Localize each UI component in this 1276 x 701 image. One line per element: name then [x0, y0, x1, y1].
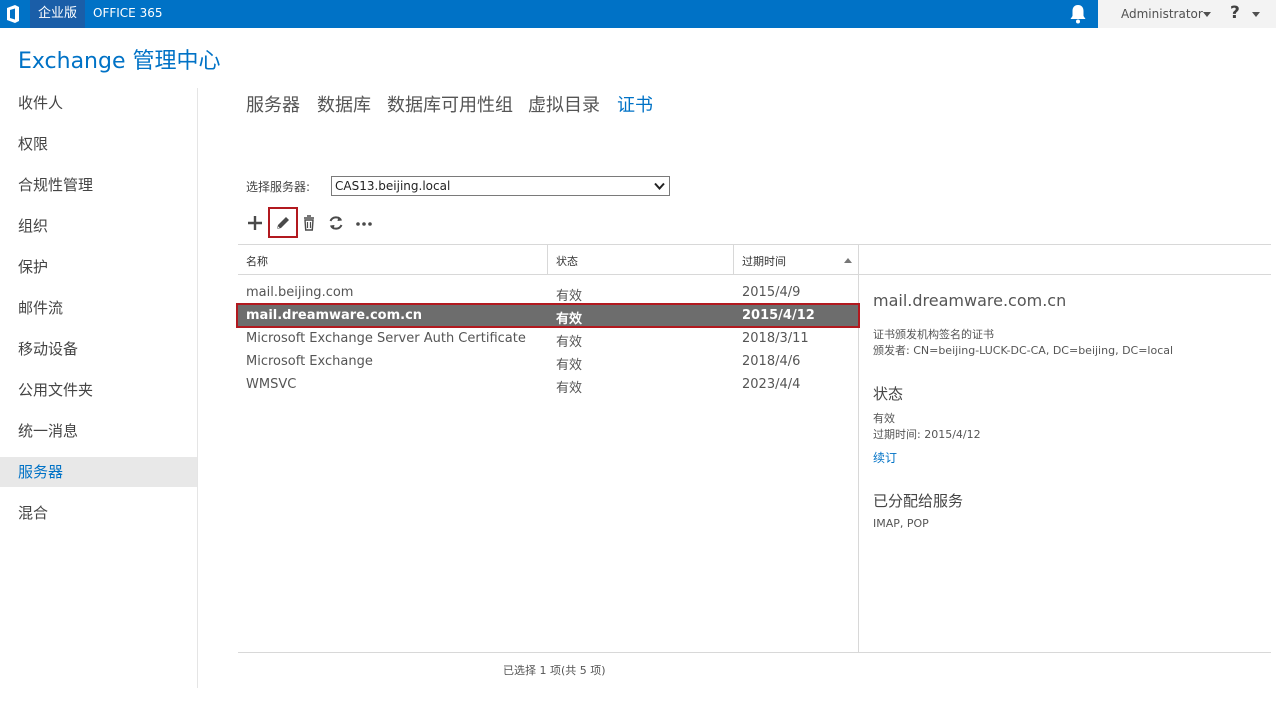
- table-row[interactable]: Microsoft Exchange 有效 2018/4/6: [238, 350, 859, 373]
- row-status: 有效: [556, 289, 583, 304]
- detail-cert-type: 证书颁发机构签名的证书: [873, 328, 994, 341]
- help-menu-chevron-icon[interactable]: [1252, 12, 1260, 17]
- tab-dag[interactable]: 数据库可用性组: [387, 91, 513, 117]
- row-name: Microsoft Exchange: [246, 354, 373, 369]
- detail-services-heading: 已分配给服务: [873, 492, 964, 510]
- nav-item-mobile[interactable]: 移动设备: [0, 334, 197, 364]
- row-name: WMSVC: [246, 377, 297, 392]
- table-row[interactable]: mail.beijing.com 有效 2015/4/9: [238, 281, 859, 304]
- column-divider: [733, 245, 734, 275]
- nav-item-organization[interactable]: 组织: [0, 211, 197, 241]
- row-status: 有效: [556, 381, 583, 396]
- left-nav: 收件人 权限 合规性管理 组织 保护 邮件流 移动设备 公用文件夹 统一消息 服…: [0, 88, 198, 688]
- delete-icon[interactable]: [298, 212, 320, 234]
- row-expires: 2015/4/12: [742, 308, 815, 323]
- user-menu[interactable]: Administrator: [1121, 7, 1203, 21]
- nav-item-public-folders[interactable]: 公用文件夹: [0, 375, 197, 405]
- nav-item-compliance[interactable]: 合规性管理: [0, 170, 197, 200]
- column-header-name[interactable]: 名称: [246, 253, 268, 269]
- renew-link[interactable]: 续订: [873, 449, 897, 466]
- tab-virtual-directories[interactable]: 虚拟目录: [528, 91, 600, 117]
- edit-button[interactable]: [268, 207, 298, 238]
- row-name: mail.dreamware.com.cn: [246, 308, 423, 323]
- table-row-selected[interactable]: mail.dreamware.com.cn 有效 2015/4/12: [238, 304, 859, 327]
- detail-issuer: 颁发者: CN=beijing-LUCK-DC-CA, DC=beijing, …: [873, 344, 1174, 357]
- row-expires: 2018/4/6: [742, 354, 801, 369]
- detail-status-value: 有效: [873, 412, 895, 425]
- row-status: 有效: [556, 335, 583, 350]
- detail-status-heading: 状态: [873, 385, 904, 403]
- column-header-status[interactable]: 状态: [556, 253, 578, 269]
- edition-link[interactable]: 企业版: [30, 0, 86, 28]
- tab-servers[interactable]: 服务器: [246, 91, 300, 117]
- add-icon[interactable]: [244, 212, 266, 234]
- row-expires: 2015/4/9: [742, 285, 801, 300]
- nav-item-permissions[interactable]: 权限: [0, 129, 197, 159]
- table-row[interactable]: WMSVC 有效 2023/4/4: [238, 373, 859, 396]
- row-name: Microsoft Exchange Server Auth Certifica…: [246, 331, 526, 346]
- server-select-label: 选择服务器:: [246, 180, 311, 194]
- user-menu-chevron-icon[interactable]: [1203, 12, 1211, 17]
- more-icon[interactable]: [353, 212, 375, 234]
- column-divider: [547, 245, 548, 275]
- nav-item-servers[interactable]: 服务器: [0, 457, 197, 487]
- row-name: mail.beijing.com: [246, 285, 354, 300]
- row-expires: 2023/4/4: [742, 377, 801, 392]
- column-divider: [858, 245, 859, 275]
- nav-item-recipients[interactable]: 收件人: [0, 88, 197, 118]
- detail-services: IMAP, POP: [873, 517, 929, 530]
- list-bottom-divider: [238, 652, 1271, 653]
- notification-bell-icon[interactable]: [1068, 3, 1088, 25]
- edit-icon: [277, 217, 289, 229]
- row-expires: 2018/3/11: [742, 331, 809, 346]
- help-icon[interactable]: ?: [1230, 3, 1240, 23]
- column-header-expires[interactable]: 过期时间: [742, 253, 786, 269]
- tab-certificates[interactable]: 证书: [617, 91, 653, 117]
- top-bar: 企业版 OFFICE 365 Administrator ?: [0, 0, 1276, 28]
- app-title: Exchange 管理中心: [18, 49, 221, 74]
- list-header: 名称 状态 过期时间: [238, 244, 1271, 275]
- server-select[interactable]: CAS13.beijing.local: [331, 176, 670, 196]
- chevron-down-icon: [654, 182, 665, 190]
- selection-count: 已选择 1 项(共 5 项): [503, 664, 606, 677]
- row-status: 有效: [556, 312, 583, 327]
- office-logo-icon[interactable]: [6, 5, 20, 23]
- refresh-icon[interactable]: [325, 212, 347, 234]
- table-row[interactable]: Microsoft Exchange Server Auth Certifica…: [238, 327, 859, 350]
- nav-item-protection[interactable]: 保护: [0, 252, 197, 282]
- nav-item-unified-messaging[interactable]: 统一消息: [0, 416, 197, 446]
- nav-item-hybrid[interactable]: 混合: [0, 498, 197, 528]
- detail-expiry: 过期时间: 2015/4/12: [873, 428, 981, 441]
- nav-item-mail-flow[interactable]: 邮件流: [0, 293, 197, 323]
- office365-link[interactable]: OFFICE 365: [93, 6, 162, 20]
- row-status: 有效: [556, 358, 583, 373]
- server-select-value: CAS13.beijing.local: [335, 179, 451, 193]
- sort-ascending-icon[interactable]: [844, 258, 852, 263]
- tab-databases[interactable]: 数据库: [317, 91, 371, 117]
- detail-title: mail.dreamware.com.cn: [873, 291, 1067, 310]
- user-menu-area: Administrator ?: [1098, 0, 1276, 28]
